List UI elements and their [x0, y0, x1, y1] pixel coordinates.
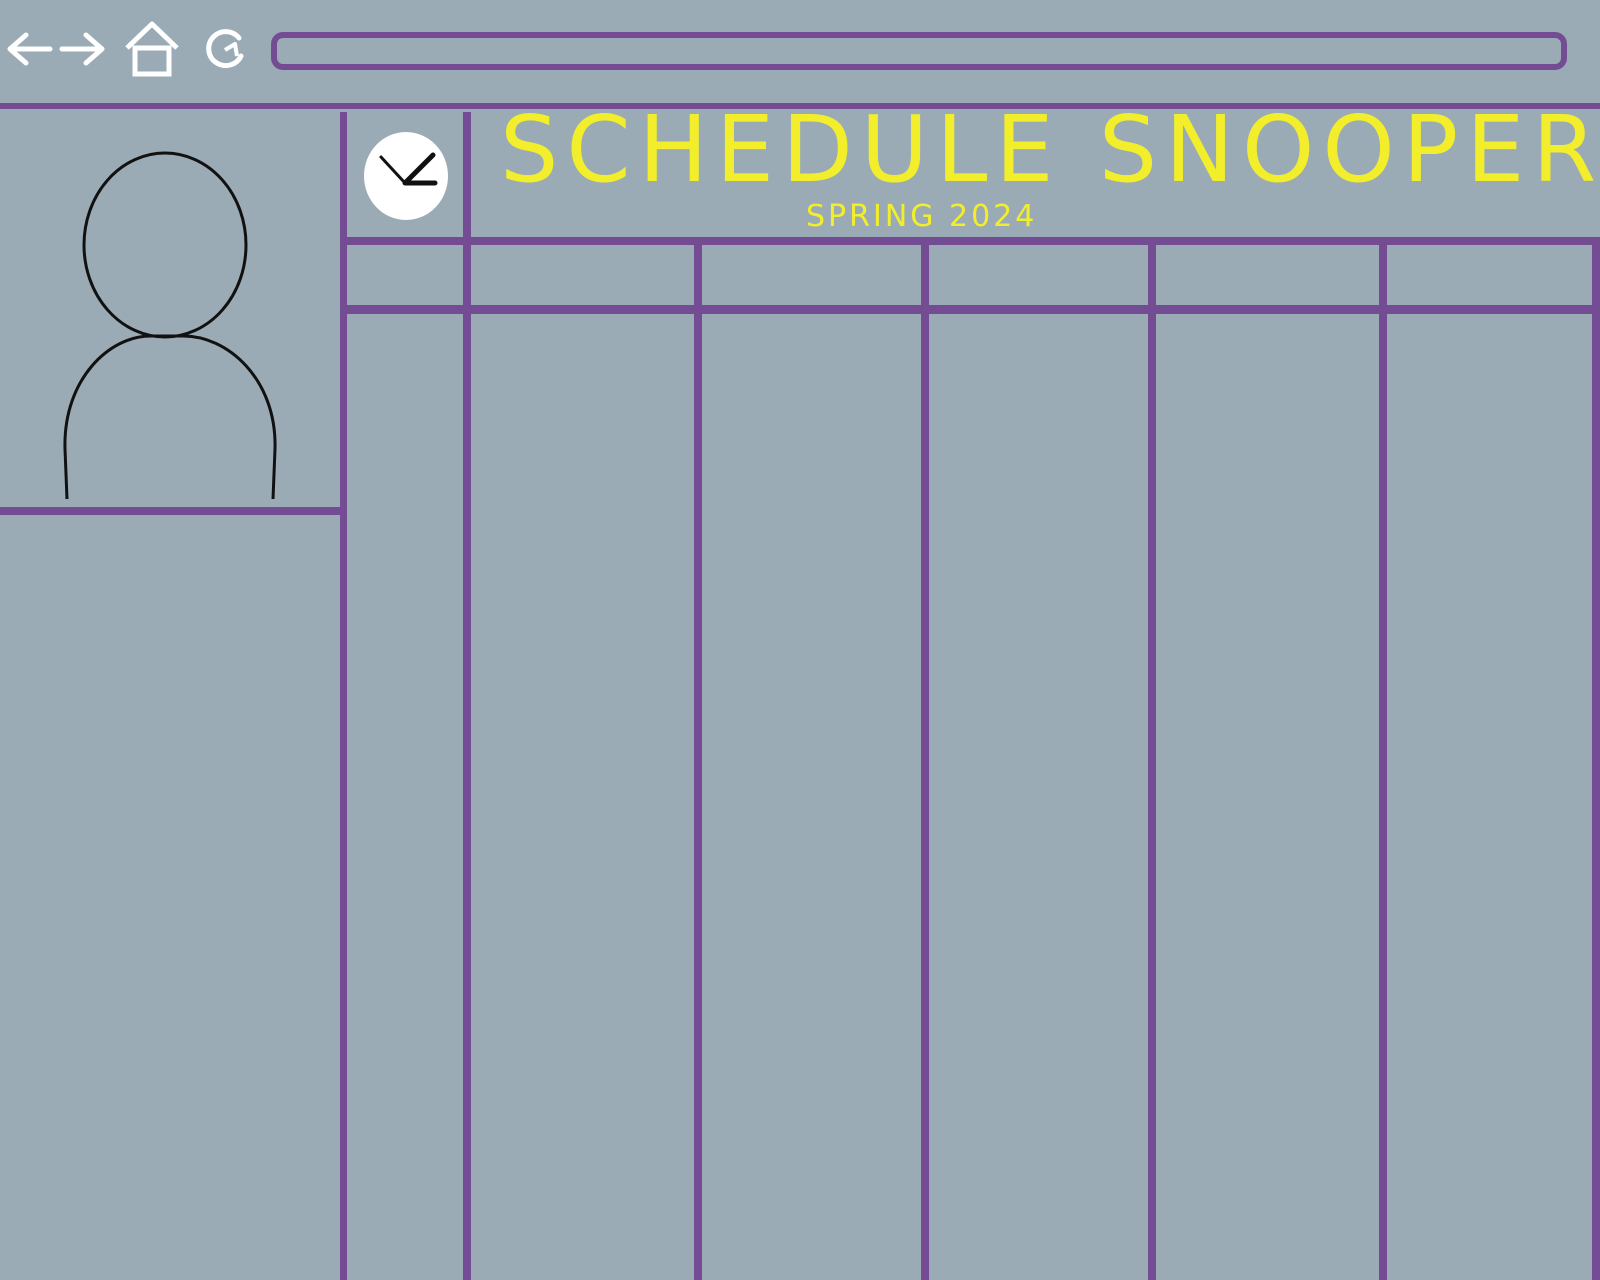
app-title: SCHEDULE SNOOPER	[500, 96, 1600, 203]
arrow-right-icon	[59, 32, 105, 66]
day-column-3[interactable]	[929, 314, 1148, 1280]
back-button[interactable]	[0, 18, 60, 80]
day-column-line	[694, 245, 702, 1280]
day-column-2[interactable]	[702, 314, 921, 1280]
profile-divider	[0, 507, 343, 515]
day-column-1[interactable]	[471, 314, 694, 1280]
home-button[interactable]	[122, 18, 182, 80]
address-bar[interactable]	[271, 32, 1567, 70]
day-header-4[interactable]	[1156, 245, 1379, 306]
term-label: SPRING 2024	[806, 199, 1038, 234]
forward-button[interactable]	[54, 18, 114, 80]
avatar[interactable]	[55, 149, 290, 500]
refresh-button[interactable]	[196, 18, 256, 80]
day-column-4[interactable]	[1156, 314, 1379, 1280]
day-column-line	[921, 245, 929, 1280]
clock-badge	[363, 130, 449, 221]
day-header-5[interactable]	[1387, 245, 1592, 306]
grid-right-border	[1592, 245, 1600, 1280]
user-avatar-icon	[63, 151, 277, 500]
profile-panel-border	[340, 112, 347, 1280]
time-column-header	[347, 245, 463, 306]
day-column-line	[1148, 245, 1156, 1280]
refresh-icon	[206, 29, 244, 69]
home-icon	[125, 21, 179, 77]
day-header-3[interactable]	[929, 245, 1148, 306]
time-column-line	[463, 112, 471, 1280]
arrow-left-icon	[7, 32, 53, 66]
header-divider-line	[340, 237, 1600, 245]
day-column-line	[1379, 245, 1387, 1280]
clock-icon	[364, 132, 448, 220]
day-header-row-line	[340, 305, 1592, 314]
day-header-1[interactable]	[471, 245, 694, 306]
day-column-5[interactable]	[1387, 314, 1592, 1280]
profile-panel	[0, 109, 340, 1280]
time-column	[347, 314, 463, 1280]
day-header-2[interactable]	[702, 245, 921, 306]
